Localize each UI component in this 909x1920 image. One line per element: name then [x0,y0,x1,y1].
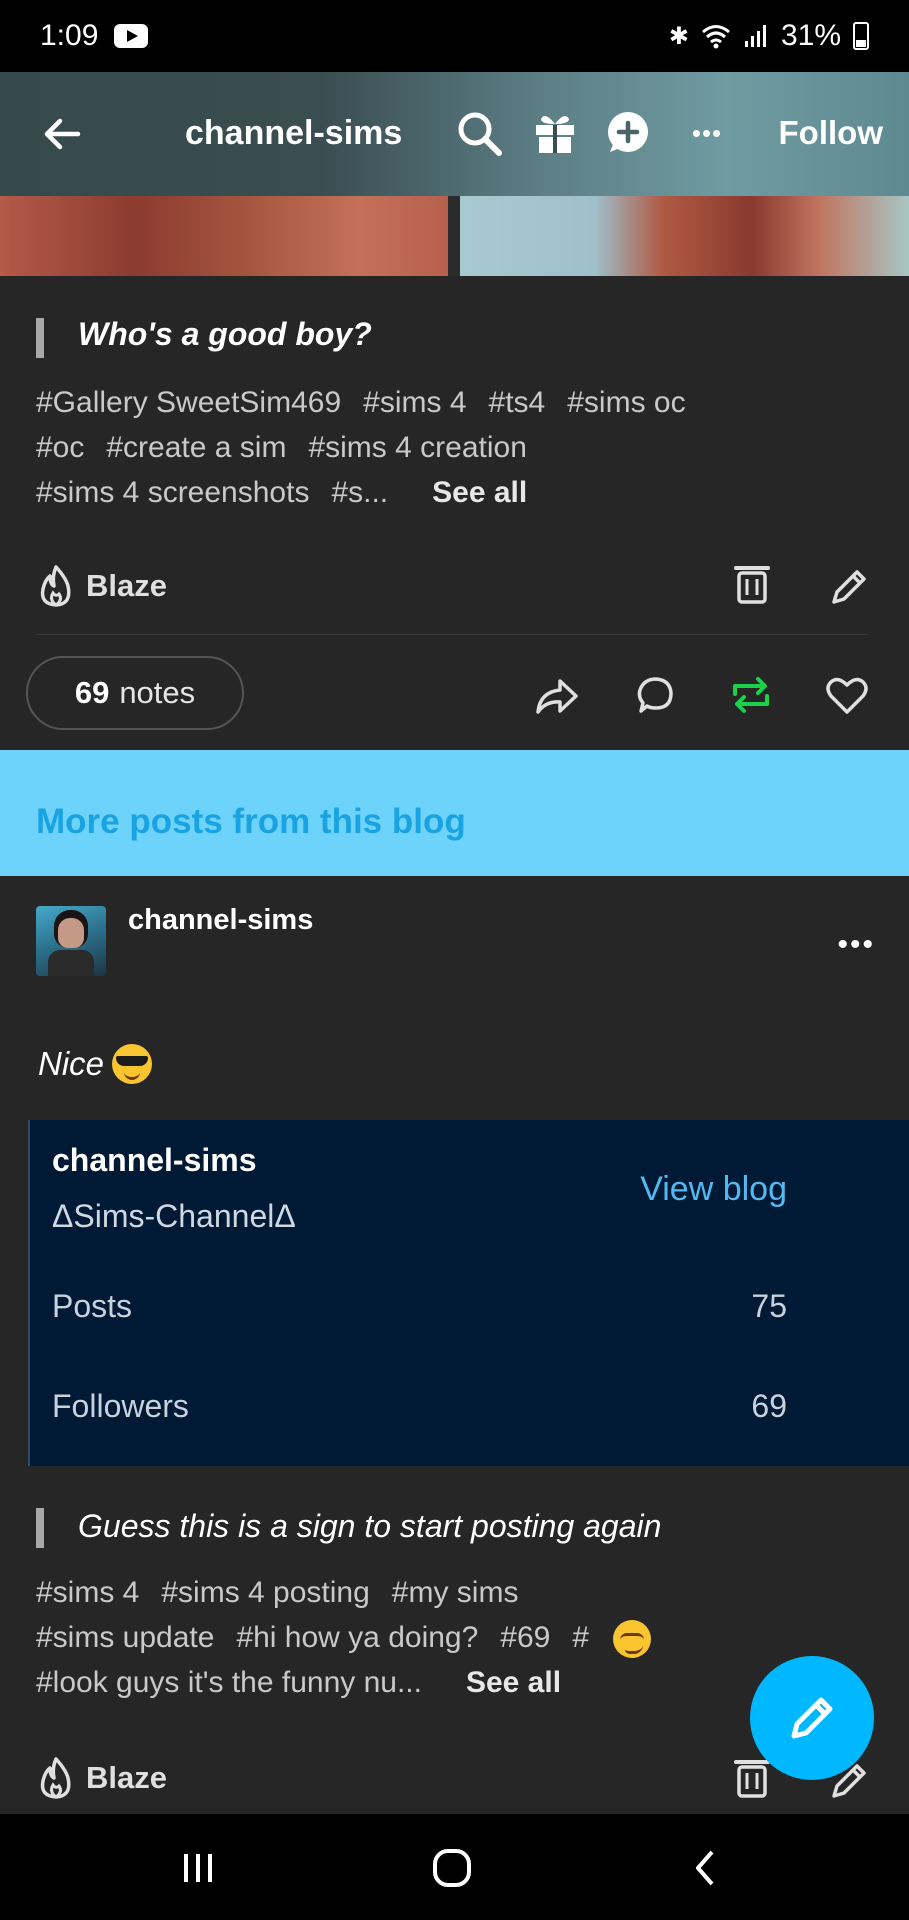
delete-icon[interactable] [732,562,772,606]
sunglasses-emoji-icon [112,1044,153,1084]
home-icon [433,1849,471,1887]
followers-count: 69 [751,1388,787,1424]
blaze-button[interactable]: Blaze [36,564,167,608]
tag[interactable]: #create a sim [106,431,286,464]
post-text-body: Nice [38,1045,105,1082]
search-button[interactable] [452,106,506,160]
notes-count: 69 [74,675,110,710]
blog-header: channel-sims ••• Follow [0,72,909,196]
chevron-left-icon [696,1850,714,1886]
status-bar: 1:09 ✱ 31% [0,0,909,72]
back-arrow-icon[interactable] [38,110,86,158]
gift-button[interactable] [528,106,582,160]
smirk-emoji-icon [613,1620,652,1659]
reply-icon[interactable] [632,672,678,718]
posts-label: Posts [52,1288,133,1324]
quote-bar [36,1508,44,1548]
search-icon [458,112,502,156]
tag[interactable]: #sims 4 creation [308,431,526,464]
chat-plus-icon [608,112,648,152]
more-posts-label: More posts from this blog [36,802,466,841]
blaze-button[interactable]: Blaze [36,1756,167,1800]
pencil-icon [791,1697,833,1739]
blog-card[interactable]: channel-sims ΔSims-ChannelΔ View blog Po… [28,1120,909,1466]
more-posts-banner: More posts from this blog [0,750,909,876]
home-button[interactable] [424,1840,480,1896]
posts-count: 75 [751,1288,787,1324]
delete-icon[interactable] [732,1756,772,1800]
bluetooth-icon: ✱ [668,22,689,50]
tag[interactable]: #sims 4 [36,1576,139,1609]
flame-icon [40,565,71,607]
share-icon[interactable] [534,672,580,718]
post-author[interactable]: channel-sims [128,904,313,937]
battery-percent: 31% [780,19,841,52]
tag[interactable]: #my sims [392,1576,519,1609]
youtube-notification-icon [114,24,149,48]
tag[interactable]: #sims 4 [363,386,466,419]
tag-text: # [572,1621,590,1654]
edit-icon[interactable] [828,564,868,608]
divider [36,634,868,635]
avatar[interactable] [36,906,106,976]
post-image-right[interactable] [460,196,909,276]
blog-title[interactable]: channel-sims [185,114,402,153]
more-dots-icon: ••• [691,117,723,148]
blaze-label: Blaze [86,568,167,603]
recent-apps-icon [184,1854,212,1882]
tag[interactable]: #hi how ya doing? [236,1621,478,1654]
post-tags: #Gallery SweetSim469 #sims 4 #ts4 #sims oc … [36,380,876,515]
flame-icon [40,1757,71,1799]
post-image-strip [0,196,909,276]
post-quote: Who's a good boy? [78,316,372,352]
tag[interactable]: #Gallery SweetSim469 [36,386,341,419]
post2-tags: #sims 4 #sims 4 posting #my sims #sims upd… [36,1570,876,1705]
reblog-icon[interactable] [728,672,774,718]
tag[interactable]: # [572,1620,673,1659]
tag[interactable]: #sims 4 screenshots [36,476,309,509]
like-heart-icon[interactable] [824,672,870,718]
ask-button[interactable] [600,106,654,160]
notes-label: notes [119,675,196,710]
tag[interactable]: #sims 4 posting [161,1576,369,1609]
tag[interactable]: #look guys it's the funny nu... [36,1666,422,1699]
post-text: Nice [38,1044,153,1084]
recent-apps-button[interactable] [170,1840,226,1896]
tag[interactable]: #ts4 [489,386,546,419]
battery-icon [853,22,869,50]
signal-icon [744,25,766,47]
tag[interactable]: #sims update [36,1621,214,1654]
see-all-tags-button[interactable]: See all [432,476,527,509]
card-blog-name: channel-sims [52,1142,257,1178]
view-blog-button[interactable]: View blog [640,1170,787,1209]
follow-button[interactable]: Follow [779,114,883,152]
post-image-left[interactable] [0,196,448,276]
tag[interactable]: #s... [331,476,388,509]
notes-button[interactable]: 69 notes [26,656,244,730]
card-blog-title: ΔSims-ChannelΔ [52,1198,296,1234]
quote-bar [36,318,44,358]
tag[interactable]: #sims oc [567,386,685,419]
tag[interactable]: #69 [500,1621,550,1654]
compose-post-button[interactable] [750,1656,874,1780]
wifi-icon [701,25,730,49]
see-all-tags-button[interactable]: See all [466,1666,561,1699]
post2-quote: Guess this is a sign to start posting ag… [78,1508,662,1544]
status-indicators: ✱ 31% [669,19,869,53]
gift-icon [536,115,574,153]
status-time: 1:09 [40,19,99,52]
post-more-options-button[interactable]: ••• [837,928,875,962]
blaze-label: Blaze [86,1760,167,1795]
followers-label: Followers [52,1388,189,1424]
back-button[interactable] [678,1840,734,1896]
more-options-button[interactable]: ••• [680,106,734,160]
system-nav-bar [0,1814,909,1920]
tag[interactable]: #oc [36,431,84,464]
